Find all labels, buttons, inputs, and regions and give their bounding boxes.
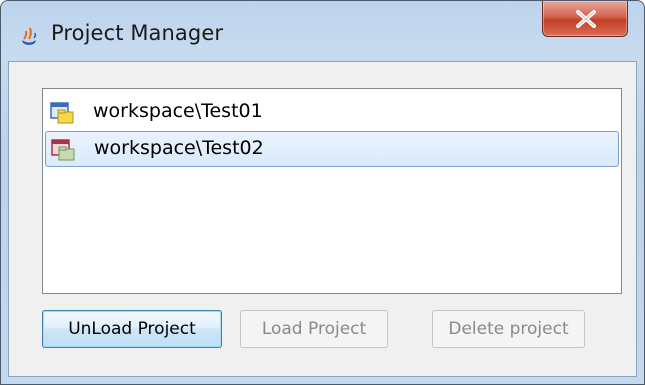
project-label: workspace\Test02 [94, 137, 264, 159]
load-project-button[interactable]: Load Project [240, 310, 388, 348]
project-list[interactable]: workspace\Test01 workspace\Test02 [42, 88, 622, 294]
list-item-project[interactable]: workspace\Test01 [45, 95, 619, 131]
project-folder-red-icon [51, 138, 75, 162]
project-folder-blue-icon [50, 101, 74, 125]
window-title: Project Manager [51, 21, 224, 45]
close-button[interactable] [542, 1, 628, 37]
project-manager-window: Project Manager workspace\Test01 workspa… [0, 0, 645, 385]
close-x-icon [576, 10, 596, 28]
title-bar[interactable]: Project Manager [1, 1, 644, 61]
dialog-content: workspace\Test01 workspace\Test02 UnLoad… [8, 61, 637, 377]
java-cup-icon [18, 25, 40, 47]
list-item-project-selected[interactable]: workspace\Test02 [45, 131, 619, 167]
delete-project-button[interactable]: Delete project [432, 310, 585, 348]
project-label: workspace\Test01 [93, 100, 263, 122]
unload-project-button[interactable]: UnLoad Project [42, 310, 222, 348]
